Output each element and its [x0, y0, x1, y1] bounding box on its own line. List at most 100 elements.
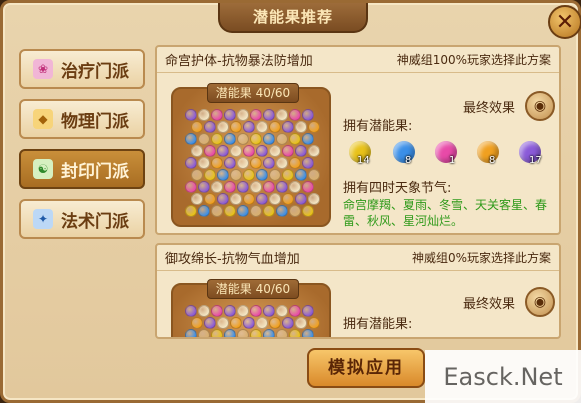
fruit-slot [224, 181, 236, 193]
fruit-slot [237, 133, 249, 145]
fruit-slot [211, 133, 223, 145]
fruit-slot [282, 169, 294, 181]
final-effect-button[interactable]: ◉ [525, 287, 555, 317]
fruit-orange [477, 141, 499, 163]
fruit-slot [289, 305, 301, 317]
healing-icon: ❀ [33, 59, 53, 79]
fruit-slot [250, 157, 262, 169]
plan-popularity: 神威组100%玩家选择此方案 [396, 53, 551, 67]
fruit-slot [204, 145, 216, 157]
fruit-slot [224, 305, 236, 317]
fruit-slot [217, 145, 229, 157]
plan-header: 御攻绵长-抗物气血增加 神威组0%玩家选择此方案 [157, 245, 559, 271]
plan-name: 御攻绵长-抗物气血增加 [165, 252, 300, 267]
fruit-slot [263, 305, 275, 317]
fruit-slot [289, 133, 301, 145]
fruit-slot [204, 121, 216, 133]
fruit-slot [211, 205, 223, 217]
fruit-slot [230, 193, 242, 205]
fruit-slot [308, 317, 320, 329]
fruit-slot [191, 121, 203, 133]
close-icon: ✕ [555, 9, 575, 35]
fruit-slot [243, 193, 255, 205]
final-effect-button[interactable]: ◉ [525, 91, 555, 121]
fruit-slot [282, 317, 294, 329]
window-title: 潜能果推荐 [218, 3, 368, 33]
fruit-slot [224, 109, 236, 121]
fruit-slot [224, 157, 236, 169]
fruit-slot [250, 205, 262, 217]
sidebar-item-label: 治疗门派 [61, 61, 129, 82]
fruit-slot [295, 317, 307, 329]
fruit-slot [198, 181, 210, 193]
fruit-slot [237, 157, 249, 169]
fruit-slot [295, 193, 307, 205]
simulate-apply-button[interactable]: 模拟应用 [307, 348, 425, 388]
fruit-slot [198, 133, 210, 145]
fruit-slot [185, 305, 197, 317]
fruit-slot [250, 329, 262, 337]
fruit-slot [302, 133, 314, 145]
sidebar-item-seal[interactable]: ☯ 封印门派 [19, 149, 145, 189]
fruit-slot [185, 109, 197, 121]
fruit-slot [185, 133, 197, 145]
fruit-slot [237, 329, 249, 337]
fruit-slot [276, 133, 288, 145]
fruit-slot [269, 121, 281, 133]
fruit-slot [263, 157, 275, 169]
fruit-slot [204, 169, 216, 181]
fruit-slot [269, 169, 281, 181]
fruit-slot [289, 157, 301, 169]
fruit-slot [276, 305, 288, 317]
watermark: Easck.Net [425, 350, 581, 403]
fruit-slot [302, 157, 314, 169]
fruit-slot [308, 121, 320, 133]
fruit-slot [289, 181, 301, 193]
fruit-slot [308, 193, 320, 205]
sidebar-item-physical[interactable]: ◆ 物理门派 [19, 99, 145, 139]
fruit-slot [256, 169, 268, 181]
fruit-count: 14 [357, 155, 370, 166]
sidebar-item-magic[interactable]: ✦ 法术门派 [19, 199, 145, 239]
fruit-slot [302, 205, 314, 217]
fruit-slot [211, 157, 223, 169]
fruit-board: 潜能果 40/60 [171, 279, 331, 337]
fruit-slot [191, 193, 203, 205]
fruit-slot [224, 205, 236, 217]
fruit-slot [198, 205, 210, 217]
fruit-slot [217, 317, 229, 329]
fruit-slot [263, 109, 275, 121]
fruit-slot [250, 109, 262, 121]
board-label: 潜能果 40/60 [207, 279, 299, 299]
solar-terms-list: 命宫摩羯、夏雨、冬雪、天关客星、春雷、秋风、星河灿烂。 [343, 198, 548, 228]
fruit-slot [256, 121, 268, 133]
fruit-slot [211, 181, 223, 193]
plan-name: 命宫护体-抗物暴法防增加 [165, 54, 313, 69]
fruit-slot [217, 193, 229, 205]
fruit-slot [295, 169, 307, 181]
owned-fruits-label: 拥有潜能果: [343, 317, 413, 332]
fruit-slot [185, 205, 197, 217]
fruit-slot [217, 169, 229, 181]
close-button[interactable]: ✕ [548, 5, 581, 39]
fruit-slot [224, 133, 236, 145]
fruit-slot [295, 121, 307, 133]
fruit-slot [185, 329, 197, 337]
fruit-count: 8 [489, 155, 496, 166]
fruit-slot [295, 145, 307, 157]
fruit-slot [230, 145, 242, 157]
fruit-slot [204, 317, 216, 329]
fruit-slot [224, 329, 236, 337]
fruit-slot [198, 109, 210, 121]
fruit-slot [269, 145, 281, 157]
fruit-slot [282, 193, 294, 205]
fruit-slot [276, 109, 288, 121]
fruit-slot [263, 329, 275, 337]
sidebar-item-label: 物理门派 [61, 111, 129, 132]
sidebar-item-healing[interactable]: ❀ 治疗门派 [19, 49, 145, 89]
fruit-slot [276, 157, 288, 169]
fruit-slot [243, 121, 255, 133]
fruit-slot [198, 329, 210, 337]
fruit-slot [256, 193, 268, 205]
owned-fruits-label: 拥有潜能果: [343, 119, 413, 134]
